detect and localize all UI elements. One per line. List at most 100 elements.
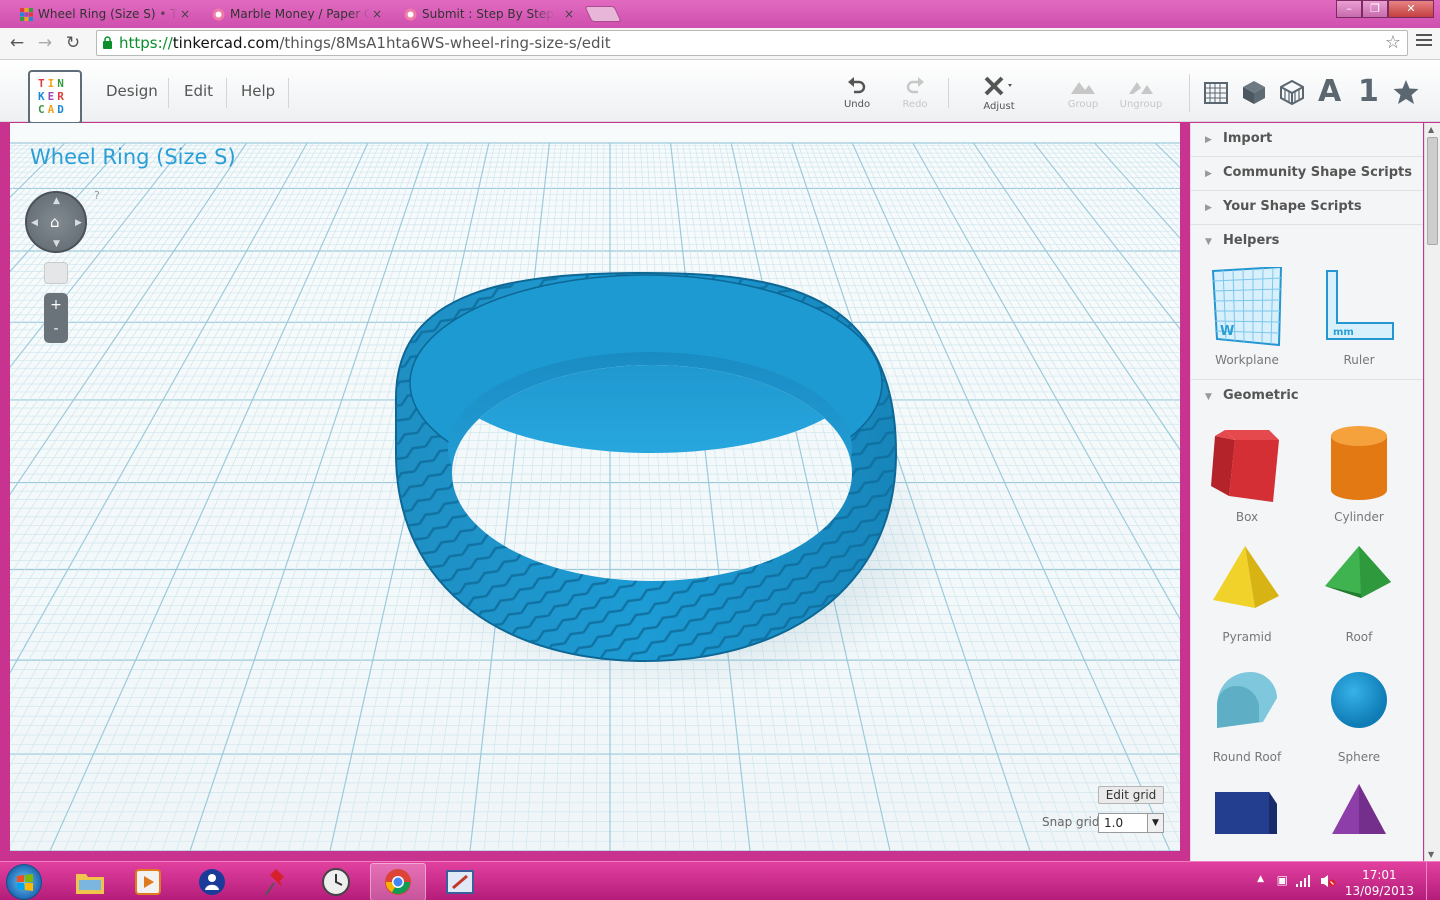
shapes-sidebar: ▶ Import ▶ Community Shape Scripts ▶ Your S…	[1190, 123, 1423, 861]
taskbar-clock[interactable]: 17:01 13/09/2013	[1345, 867, 1414, 899]
shape-box[interactable]: Box	[1191, 414, 1303, 534]
section-your-shape-scripts[interactable]: ▶ Your Shape Scripts	[1191, 191, 1423, 225]
redo-button[interactable]: Redo	[889, 76, 941, 110]
browser-menu-icon[interactable]	[1416, 34, 1432, 49]
undo-icon	[848, 77, 866, 94]
undo-button[interactable]: Undo	[831, 76, 883, 110]
shape-label: Box	[1235, 510, 1259, 524]
network-device-icon[interactable]: ▣	[1277, 873, 1288, 887]
snap-grid-select[interactable]: 1.0 ▼	[1098, 813, 1164, 833]
scroll-down-icon[interactable]: ▼	[1428, 850, 1434, 859]
group-button[interactable]: Group	[1057, 76, 1109, 110]
section-geometric[interactable]: ▼ Geometric	[1191, 380, 1423, 414]
forward-arrow-icon[interactable]: →	[34, 32, 56, 54]
tinkercad-logo[interactable]: TIN KER CAD	[28, 70, 82, 124]
orbit-right-icon[interactable]: ▶	[75, 218, 82, 228]
clock-date: 13/09/2013	[1344, 884, 1414, 898]
scroll-up-icon[interactable]: ▲	[1428, 125, 1434, 134]
maximize-icon[interactable]: ❐	[1362, 0, 1388, 18]
wireframe-cube-view-icon[interactable]	[1278, 78, 1306, 106]
helpers-shapes: W Workplane mm Ruler	[1191, 259, 1423, 380]
tab-marble-money[interactable]: Marble Money / Paper Clip ×	[200, 3, 390, 28]
reload-icon[interactable]: ↻	[62, 32, 84, 54]
instructables-favicon-icon	[212, 8, 225, 21]
sphere-shape-icon	[1331, 672, 1387, 728]
menu-design[interactable]: Design	[106, 82, 158, 100]
shape-blue-box[interactable]	[1191, 774, 1303, 834]
number-shapes-icon[interactable]: 1	[1358, 74, 1379, 109]
sidebar-scrollbar[interactable]: ▲ ▼	[1424, 123, 1440, 861]
chrome-icon	[385, 869, 411, 895]
section-import[interactable]: ▶ Import	[1191, 123, 1423, 157]
menu-help[interactable]: Help	[241, 82, 275, 100]
ungroup-button[interactable]: Ungroup	[1115, 76, 1167, 110]
home-view-icon[interactable]: ⌂	[50, 213, 60, 231]
fit-view-button[interactable]	[44, 262, 68, 284]
redo-label: Redo	[902, 99, 928, 110]
taskbar-chrome[interactable]	[370, 863, 426, 900]
shape-sphere[interactable]: Sphere	[1303, 654, 1415, 774]
design-title[interactable]: Wheel Ring (Size S)	[30, 145, 236, 169]
new-tab-button[interactable]	[584, 6, 622, 22]
star-favorites-icon[interactable]	[1392, 78, 1420, 106]
show-desktop-button[interactable]	[1426, 862, 1440, 900]
shape-roof[interactable]: Roof	[1303, 534, 1415, 654]
signal-strength-icon[interactable]	[1296, 875, 1312, 887]
help-question-icon[interactable]: ?	[94, 189, 100, 202]
start-button[interactable]	[6, 864, 42, 900]
show-hidden-icons-icon[interactable]: ▲	[1257, 874, 1264, 884]
shape-cone[interactable]	[1303, 774, 1415, 834]
shape-cylinder[interactable]: Cylinder	[1303, 414, 1415, 534]
minimize-icon[interactable]: –	[1336, 0, 1362, 18]
text-shapes-icon[interactable]: A	[1318, 74, 1341, 109]
url-host: tinkercad.com	[172, 34, 280, 52]
orbit-left-icon[interactable]: ◀	[31, 218, 38, 228]
volume-muted-icon[interactable]	[1320, 874, 1336, 888]
menu-edit[interactable]: Edit	[184, 82, 213, 100]
view-navigation-control[interactable]: ▲ ▼ ◀ ▶ ⌂	[25, 191, 87, 253]
shape-round-roof[interactable]: Round Roof	[1191, 654, 1303, 774]
zoom-control: + -	[44, 293, 68, 343]
tab-submit-step[interactable]: Submit : Step By Step ×	[392, 3, 582, 28]
zoom-in-button[interactable]: +	[44, 293, 68, 317]
edit-grid-button[interactable]: Edit grid	[1098, 786, 1164, 804]
taskbar-paint[interactable]	[432, 863, 488, 900]
shape-ruler[interactable]: mm Ruler	[1303, 259, 1415, 379]
box-shape-icon	[1211, 430, 1279, 502]
scrollbar-thumb[interactable]	[1427, 137, 1438, 245]
paint-icon	[446, 870, 474, 894]
taskbar-media-player[interactable]	[120, 863, 176, 900]
solid-cube-view-icon[interactable]	[1240, 78, 1268, 106]
section-helpers[interactable]: ▼ Helpers	[1191, 225, 1423, 259]
taskbar-pin-app[interactable]	[248, 863, 304, 900]
tab-close-icon[interactable]: ×	[564, 3, 574, 25]
tab-close-icon[interactable]: ×	[372, 3, 382, 25]
address-bar[interactable]: https://tinkercad.com/things/8MsA1hta6WS…	[96, 30, 1408, 56]
bookmark-star-icon[interactable]: ☆	[1385, 31, 1401, 55]
shape-label: Cylinder	[1334, 510, 1384, 524]
adjust-tools-icon	[984, 76, 1012, 96]
expanded-triangle-icon: ▼	[1205, 237, 1212, 247]
close-window-icon[interactable]: ✕	[1388, 0, 1434, 18]
url-protocol: https://	[119, 34, 173, 52]
back-arrow-icon[interactable]: ←	[6, 32, 28, 54]
shape-pyramid[interactable]: Pyramid	[1191, 534, 1303, 654]
orbit-down-icon[interactable]: ▼	[53, 239, 60, 249]
section-community-shape-scripts[interactable]: ▶ Community Shape Scripts	[1191, 157, 1423, 191]
group-icon	[1071, 82, 1095, 94]
tab-close-icon[interactable]: ×	[180, 3, 190, 25]
taskbar-clock-app[interactable]	[308, 863, 364, 900]
windows-taskbar: ▲ ▣ 17:01 13/09/2013	[0, 861, 1440, 900]
orbit-up-icon[interactable]: ▲	[53, 196, 60, 206]
workplane-canvas[interactable]: Wheel Ring (Size S) ? ▲ ▼ ◀ ▶ ⌂ + - Edit…	[10, 123, 1180, 851]
grid-view-icon[interactable]	[1202, 78, 1230, 106]
adjust-button[interactable]: Adjust	[973, 76, 1025, 112]
taskbar-messenger[interactable]	[184, 863, 240, 900]
ungroup-label: Ungroup	[1119, 99, 1163, 110]
tab-wheel-ring[interactable]: Wheel Ring (Size S) • Tinkercad ×	[8, 3, 198, 28]
adjust-label: Adjust	[983, 101, 1015, 112]
shape-workplane[interactable]: W Workplane	[1191, 259, 1303, 379]
chevron-down-icon[interactable]: ▼	[1147, 814, 1163, 832]
zoom-out-button[interactable]: -	[44, 317, 68, 341]
taskbar-explorer[interactable]	[62, 863, 118, 900]
